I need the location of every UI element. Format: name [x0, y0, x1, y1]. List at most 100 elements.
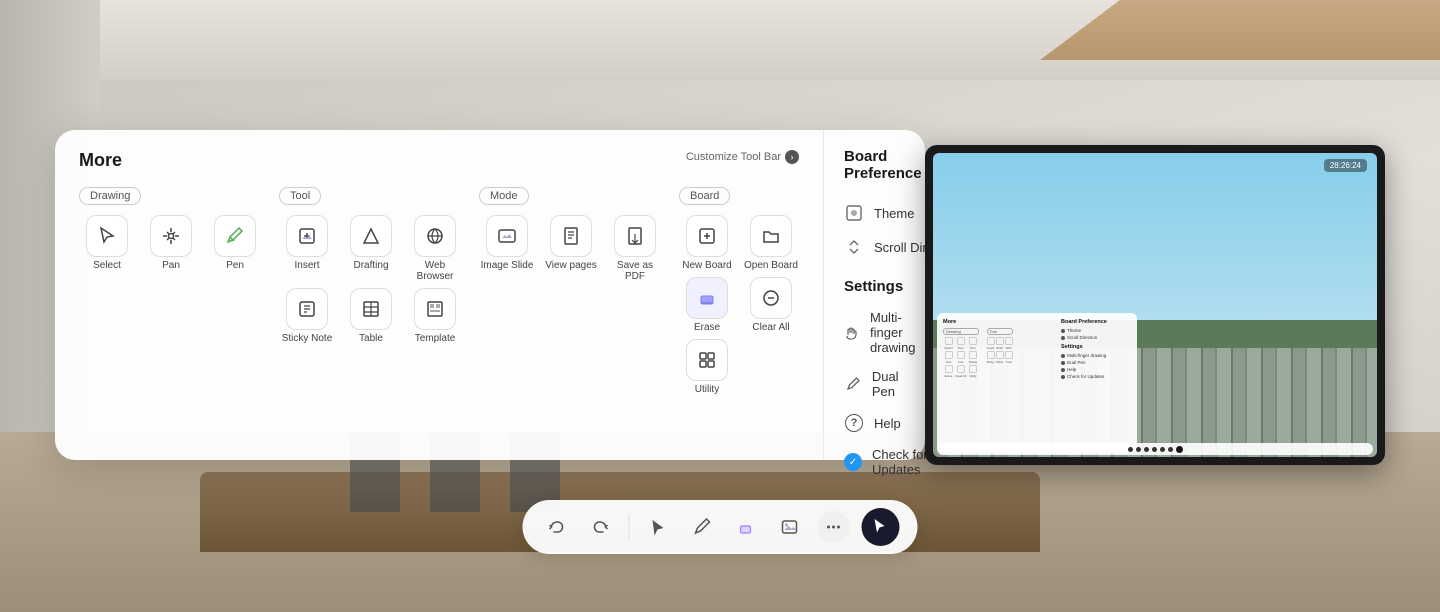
- image-slide-label: Image Slide: [481, 260, 534, 271]
- tool-pan[interactable]: Pan: [143, 215, 199, 271]
- pan-icon: [150, 215, 192, 257]
- select-button[interactable]: [642, 511, 674, 543]
- dual-pen-label: Dual Pen: [872, 369, 920, 399]
- erase-icon: [686, 277, 728, 319]
- toolbar-divider: [629, 515, 630, 539]
- open-board-label: Open Board: [744, 260, 798, 271]
- insert-icon: [286, 215, 328, 257]
- multi-finger-label: Multi-finger drawing: [870, 310, 920, 355]
- customize-toolbar-button[interactable]: Customize Tool Bar ›: [686, 150, 799, 164]
- toolbar: [523, 500, 918, 554]
- drawing-tools: Select Pan Pen: [79, 215, 263, 271]
- mode-section: Mode Image Slide View pages: [479, 187, 663, 395]
- open-board-icon: [750, 215, 792, 257]
- select-label: Select: [93, 260, 121, 271]
- tool-section: Tool Insert Drafting: [279, 187, 463, 395]
- image-button[interactable]: [774, 511, 806, 543]
- tv-modal-right: Board Preference Theme Scroll Direction …: [1061, 319, 1131, 447]
- clear-all-label: Clear All: [752, 322, 789, 333]
- tool-erase[interactable]: Erase: [679, 277, 735, 333]
- tv-modal-left: More Drawing Select Pan Pen Text Line Sh…: [943, 319, 1057, 447]
- board-label: Board: [679, 187, 730, 205]
- utility-label: Utility: [695, 384, 719, 395]
- tool-save-pdf[interactable]: Save as PDF: [607, 215, 663, 282]
- tv-mini-title: More: [943, 319, 1057, 325]
- scroll-direction-icon: [844, 237, 864, 257]
- tv-tool-label: Tool: [987, 328, 1013, 335]
- pen-icon: [214, 215, 256, 257]
- more-button[interactable]: [818, 511, 850, 543]
- table-label: Table: [359, 333, 383, 344]
- image-slide-icon: [486, 215, 528, 257]
- tv-screen: 28:26:24 More Drawing Select Pan Pen Tex…: [933, 153, 1377, 457]
- main-modal: More Customize Tool Bar › Drawing Select: [55, 130, 925, 460]
- tool-view-pages[interactable]: View pages: [543, 215, 599, 282]
- insert-label: Insert: [294, 260, 319, 271]
- tool-drafting[interactable]: Drafting: [343, 215, 399, 282]
- check-updates-icon: ✓: [844, 452, 862, 472]
- tool-label: Tool: [279, 187, 321, 205]
- pen-button[interactable]: [686, 511, 718, 543]
- help-icon: ?: [844, 413, 864, 433]
- clear-all-icon: [750, 277, 792, 319]
- pen-label: Pen: [226, 260, 244, 271]
- drafting-label: Drafting: [353, 260, 388, 271]
- customize-arrow-icon: ›: [785, 150, 799, 164]
- template-icon: [414, 288, 456, 330]
- tool-new-board[interactable]: New Board: [679, 215, 735, 271]
- tv-container: 28:26:24 More Drawing Select Pan Pen Tex…: [925, 145, 1385, 465]
- template-label: Template: [415, 333, 456, 344]
- select-icon: [86, 215, 128, 257]
- tool-pen[interactable]: Pen: [207, 215, 263, 271]
- tv-time: 28:26:24: [1324, 159, 1367, 172]
- web-browser-label: Web Browser: [407, 260, 463, 282]
- tv-modal-mini: More Drawing Select Pan Pen Text Line Sh…: [937, 313, 1137, 453]
- erase-label: Erase: [694, 322, 720, 333]
- view-pages-icon: [550, 215, 592, 257]
- tool-clear-all[interactable]: Clear All: [743, 277, 799, 333]
- tool-template[interactable]: Template: [407, 288, 463, 344]
- theme-icon: [844, 203, 864, 223]
- redo-button[interactable]: [585, 511, 617, 543]
- drafting-icon: [350, 215, 392, 257]
- board-section: Board New Board Open Board: [679, 187, 799, 395]
- eraser-button[interactable]: [730, 511, 762, 543]
- view-pages-label: View pages: [545, 260, 597, 271]
- tool-table[interactable]: Table: [343, 288, 399, 344]
- pan-label: Pan: [162, 260, 180, 271]
- tool-tools: Insert Drafting Web Browser: [279, 215, 463, 344]
- tool-open-board[interactable]: Open Board: [743, 215, 799, 271]
- left-panel: More Customize Tool Bar › Drawing Select: [55, 130, 824, 460]
- active-tool-button[interactable]: [862, 508, 900, 546]
- tool-insert[interactable]: Insert: [279, 215, 335, 282]
- save-pdf-label: Save as PDF: [607, 260, 663, 282]
- tv-frame: 28:26:24 More Drawing Select Pan Pen Tex…: [925, 145, 1385, 465]
- tool-select[interactable]: Select: [79, 215, 135, 271]
- tv-board-pref-mini-title: Board Preference: [1061, 319, 1131, 325]
- drawing-label: Drawing: [79, 187, 141, 205]
- tv-toolbar-mini: [937, 443, 1373, 455]
- tool-web-browser[interactable]: Web Browser: [407, 215, 463, 282]
- multi-finger-icon: [844, 323, 860, 343]
- tv-settings-mini-title: Settings: [1061, 344, 1131, 350]
- undo-button[interactable]: [541, 511, 573, 543]
- sticky-note-label: Sticky Note: [282, 333, 333, 344]
- tv-drawing-label: Drawing: [943, 328, 979, 335]
- new-board-label: New Board: [682, 260, 731, 271]
- tv-sky: [933, 153, 1377, 320]
- mode-tools: Image Slide View pages Save as PDF: [479, 215, 663, 282]
- mode-label: Mode: [479, 187, 529, 205]
- tools-sections: Drawing Select Pan: [79, 185, 799, 395]
- board-tools: New Board Open Board Erase: [679, 215, 799, 395]
- tool-sticky-note[interactable]: Sticky Note: [279, 288, 335, 344]
- save-pdf-icon: [614, 215, 656, 257]
- theme-label: Theme: [874, 206, 914, 221]
- help-label: Help: [874, 416, 901, 431]
- utility-icon: [686, 339, 728, 381]
- dual-pen-icon: [844, 374, 862, 394]
- drawing-section: Drawing Select Pan: [79, 187, 263, 395]
- customize-toolbar-label: Customize Tool Bar: [686, 151, 781, 163]
- tool-utility[interactable]: Utility: [679, 339, 735, 395]
- tool-image-slide[interactable]: Image Slide: [479, 215, 535, 282]
- web-browser-icon: [414, 215, 456, 257]
